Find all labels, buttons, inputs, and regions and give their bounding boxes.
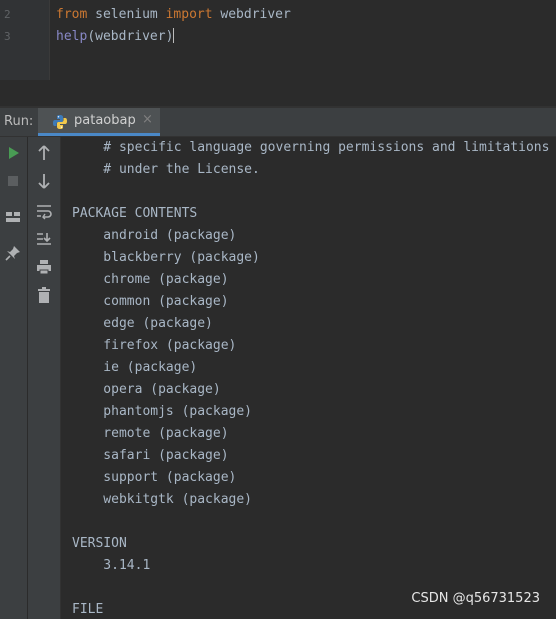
console-line: blackberry (package) (72, 250, 260, 265)
layout-icon (6, 212, 20, 222)
run-panel-header: Run: pataobap × (0, 108, 556, 137)
print-icon (37, 260, 51, 275)
console-line: VERSION (72, 536, 127, 551)
print-button[interactable] (34, 257, 54, 277)
console-line: android (package) (72, 228, 237, 243)
console-line: # under the License. (72, 162, 260, 177)
console-line: 3.14.1 (72, 558, 151, 573)
console-line: support (package) (72, 470, 237, 485)
line-number: 2 (4, 8, 11, 21)
line-number: 3 (4, 30, 11, 43)
console-line: remote (package) (72, 426, 229, 441)
code-text: (webdriver) (87, 29, 174, 44)
code-line[interactable]: from selenium import webdriver (56, 4, 291, 26)
python-icon (53, 115, 67, 129)
code-line[interactable]: help(webdriver) (56, 26, 175, 48)
rerun-button[interactable] (3, 143, 23, 163)
console-output[interactable]: # specific language governing permission… (61, 137, 556, 619)
layout-button[interactable] (3, 207, 23, 227)
console-line: safari (package) (72, 448, 229, 463)
pin-icon (5, 246, 20, 261)
code-editor[interactable]: 2 3 from selenium import webdriver help(… (0, 0, 556, 80)
trash-icon (38, 287, 50, 303)
builtin-function: help (56, 29, 88, 44)
code-text: selenium (87, 7, 166, 22)
run-toolbar-secondary (28, 137, 61, 619)
soft-wrap-button[interactable] (34, 201, 54, 221)
close-tab-icon[interactable]: × (142, 112, 153, 127)
run-toolbar-primary (0, 137, 28, 619)
console-line: # specific language governing permission… (72, 140, 550, 155)
console-line: PACKAGE CONTENTS (72, 206, 198, 221)
scroll-to-end-icon (37, 233, 51, 245)
console-line: webkitgtk (package) (72, 492, 253, 507)
console-line: edge (package) (72, 316, 213, 331)
watermark: CSDN @q56731523 (411, 591, 540, 606)
keyword: import (165, 7, 213, 22)
line-number-gutter: 2 3 (0, 0, 50, 80)
stop-button[interactable] (3, 171, 23, 191)
rerun-icon (9, 147, 19, 159)
pin-button[interactable] (3, 243, 23, 263)
clear-button[interactable] (34, 285, 54, 305)
console-line: chrome (package) (72, 272, 229, 287)
console-line: opera (package) (72, 382, 221, 397)
scroll-up-icon (38, 145, 50, 160)
run-tab-label: pataobap (74, 113, 136, 128)
console-line: FILE (72, 602, 104, 617)
console-line: firefox (package) (72, 338, 237, 353)
console-line: phantomjs (package) (72, 404, 253, 419)
run-label: Run: (4, 114, 34, 129)
scroll-down-icon (38, 174, 50, 189)
editor-gap (0, 80, 556, 108)
scroll-up-button[interactable] (34, 143, 54, 163)
code-text: webdriver (212, 7, 291, 22)
keyword: from (56, 7, 88, 22)
scroll-to-end-button[interactable] (34, 229, 54, 249)
text-cursor (173, 28, 175, 43)
scroll-down-button[interactable] (34, 171, 54, 191)
console-line: common (package) (72, 294, 229, 309)
console-line: ie (package) (72, 360, 198, 375)
run-tab[interactable]: pataobap × (38, 108, 160, 136)
soft-wrap-icon (37, 205, 52, 220)
stop-icon (8, 176, 18, 186)
